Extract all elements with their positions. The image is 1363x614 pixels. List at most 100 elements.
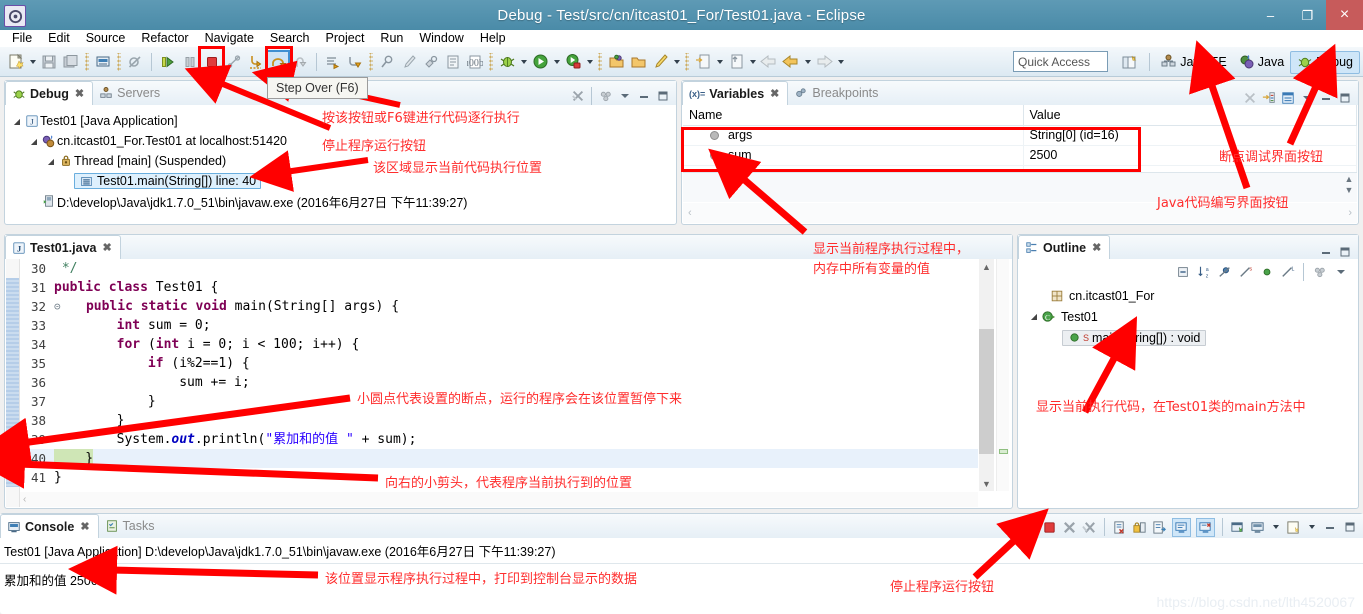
remove-launch-icon[interactable] (1062, 520, 1077, 535)
run-external-tools-icon[interactable] (562, 51, 584, 73)
previous-annotation-dropdown-icon[interactable] (747, 51, 758, 73)
debug-dropdown-icon[interactable] (518, 51, 529, 73)
open-console-dropdown-icon[interactable] (1306, 516, 1317, 538)
tab-variables-close-icon[interactable]: ✖ (770, 87, 779, 100)
code-area[interactable]: 30 */ 31 public class Test01 { 32 ⊝ public… (20, 259, 978, 491)
minimize-variables-view-icon[interactable] (1318, 90, 1333, 105)
search-icon[interactable] (376, 51, 398, 73)
open-perspective-icon[interactable] (1118, 51, 1140, 73)
sort-icon[interactable]: az (1196, 265, 1211, 280)
editor-vertical-scrollbar[interactable]: ▲ ▼ (979, 259, 994, 491)
tab-console-close-icon[interactable]: ✖ (80, 520, 89, 533)
remove-all-launches-icon[interactable] (1082, 520, 1097, 535)
next-annotation-icon[interactable] (692, 51, 714, 73)
editor-horizontal-scrollbar[interactable]: ‹ (20, 492, 978, 507)
tab-breakpoints[interactable]: Breakpoints (788, 81, 886, 105)
new-java-project-icon[interactable] (605, 51, 627, 73)
code-line[interactable]: 33 int sum = 0; (20, 316, 978, 335)
outline-row-method[interactable]: S main(String[]) : void (1018, 327, 1358, 348)
code-line[interactable]: 34 for (int i = 0; i < 100; i++) { (20, 335, 978, 354)
editor-scroll-thumb[interactable] (979, 329, 994, 454)
run-icon[interactable] (529, 51, 551, 73)
expand-arrow-icon[interactable]: ◢ (1028, 312, 1040, 321)
run-dropdown-icon[interactable] (551, 51, 562, 73)
menu-run[interactable]: Run (372, 30, 411, 47)
expand-arrow-icon[interactable]: ◢ (11, 117, 23, 126)
save-icon[interactable] (38, 51, 60, 73)
scroll-down-icon[interactable]: ▼ (979, 476, 994, 491)
new-file-icon[interactable] (5, 51, 27, 73)
variables-col-value[interactable]: Value (1023, 105, 1357, 126)
quick-access-input[interactable]: Quick Access (1013, 51, 1108, 72)
close-button[interactable]: × (1326, 0, 1363, 30)
outline-view-menu-icon[interactable] (1333, 265, 1348, 280)
terminate-console-icon[interactable] (1042, 520, 1057, 535)
maximize-button[interactable]: ❐ (1289, 0, 1326, 30)
print-icon[interactable] (92, 51, 114, 73)
view-menu-icon[interactable] (617, 89, 632, 104)
tab-test01-java-close-icon[interactable]: ✖ (102, 241, 111, 254)
minimize-console-view-icon[interactable] (1322, 520, 1337, 535)
maximize-variables-view-icon[interactable] (1337, 90, 1352, 105)
menu-window[interactable]: Window (411, 30, 471, 47)
tab-test01-java[interactable]: J Test01.java ✖ (5, 235, 121, 259)
display-selected-console-icon[interactable] (1172, 517, 1191, 537)
tab-outline-close-icon[interactable]: ✖ (1092, 241, 1101, 254)
maximize-console-view-icon[interactable] (1342, 520, 1357, 535)
code-line[interactable]: 39 System. out .println("累加和的值 " + sum); (20, 430, 978, 449)
editor-overview-ruler[interactable] (996, 259, 1009, 491)
save-all-icon[interactable] (60, 51, 82, 73)
menu-help[interactable]: Help (472, 30, 514, 47)
external-tools-dropdown-icon[interactable] (584, 51, 595, 73)
perspective-debug[interactable]: Debug (1290, 50, 1360, 74)
outline-view-menu-dots-icon[interactable] (1312, 265, 1327, 280)
tree-row-stackframe[interactable]: Test01.main(String[]) line: 40 (11, 171, 676, 191)
menu-project[interactable]: Project (318, 30, 373, 47)
expand-arrow-icon[interactable]: ◢ (45, 157, 57, 166)
skip-breakpoints-icon[interactable] (124, 51, 146, 73)
menu-navigate[interactable]: Navigate (197, 30, 262, 47)
scroll-lock-icon[interactable] (1132, 520, 1147, 535)
hide-nonpublic-dot-icon[interactable] (1259, 265, 1274, 280)
tree-row-thread[interactable]: ◢ Thread [main] (Suspended) (11, 151, 676, 171)
back-history-icon[interactable] (780, 51, 802, 73)
resume-icon[interactable] (157, 51, 179, 73)
overview-marker[interactable] (999, 449, 1008, 454)
breakpoint-marker-icon[interactable] (7, 434, 17, 444)
perspective-java[interactable]: Java (1233, 51, 1290, 74)
clean-icon[interactable] (398, 51, 420, 73)
variables-col-name[interactable]: Name (683, 105, 1024, 126)
open-console-menu-icon[interactable] (1286, 520, 1301, 535)
stackframe-selection[interactable]: Test01.main(String[]) line: 40 (74, 173, 262, 189)
tab-variables[interactable]: (x)= Variables ✖ (682, 81, 789, 105)
perspective-java-ee[interactable]: Java EE (1155, 51, 1233, 74)
variables-view-menu-icon[interactable] (1299, 90, 1314, 105)
previous-annotation-icon[interactable] (725, 51, 747, 73)
tab-console[interactable]: Console ✖ (0, 514, 99, 538)
maximize-view-icon[interactable] (655, 89, 670, 104)
run-to-line-icon[interactable] (322, 51, 344, 73)
menu-edit[interactable]: Edit (40, 30, 78, 47)
editor-vertical-ruler[interactable] (6, 259, 20, 507)
variables-detail-scroll[interactable]: ▲ ▼ (1343, 174, 1355, 198)
next-annotation-dropdown-icon[interactable] (714, 51, 725, 73)
hide-static-icon[interactable]: s (1238, 265, 1253, 280)
tab-debug[interactable]: Debug ✖ (5, 81, 94, 105)
remove-all-terminated-icon[interactable] (570, 89, 585, 104)
code-line[interactable]: 32 ⊝ public static void main(String[] arg… (20, 297, 978, 316)
forward-icon[interactable] (813, 51, 835, 73)
view-menu-dots-icon[interactable] (598, 89, 613, 104)
code-line-current[interactable]: 40 } (20, 449, 978, 468)
hide-fields-icon[interactable] (1217, 265, 1232, 280)
scroll-up-icon[interactable]: ▲ (979, 259, 994, 274)
collapse-all-icon[interactable] (1175, 265, 1190, 280)
forward-dropdown-icon[interactable] (835, 51, 846, 73)
menu-refactor[interactable]: Refactor (133, 30, 196, 47)
variables-scroll-right-icon[interactable]: › (1348, 207, 1352, 219)
minimize-button[interactable]: – (1252, 0, 1289, 30)
debug-bug-icon[interactable] (496, 51, 518, 73)
console-display-icon[interactable] (1250, 520, 1265, 535)
disconnect-icon[interactable] (223, 51, 245, 73)
clear-console-icon[interactable] (1112, 520, 1127, 535)
build-icon[interactable] (420, 51, 442, 73)
